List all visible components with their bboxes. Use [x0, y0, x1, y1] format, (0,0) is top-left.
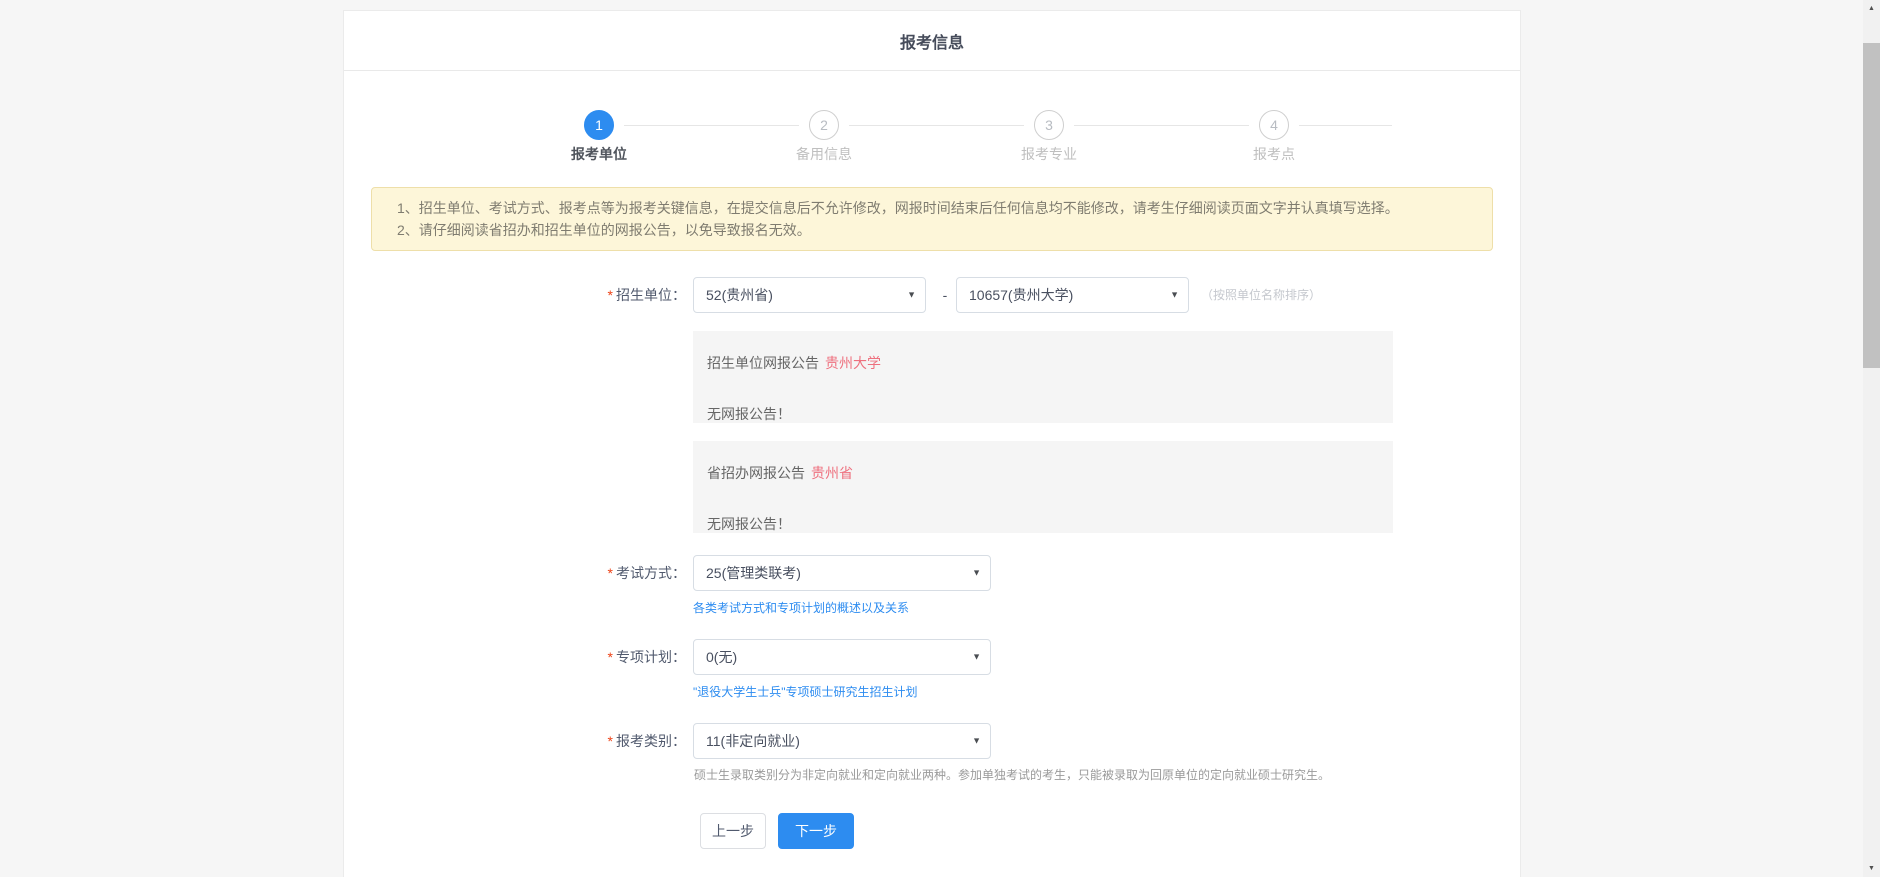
- province-notice-box: 省招办网报公告贵州省 无网报公告！: [693, 441, 1393, 533]
- province-notice-body: 无网报公告！: [707, 514, 1379, 534]
- special-plan-select-value: 0(无): [706, 647, 737, 667]
- unit-notice-title: 招生单位网报公告: [707, 355, 819, 371]
- step-circle-2: 2: [809, 110, 839, 140]
- dropdown-arrow-icon: ▼: [907, 291, 916, 300]
- school-select[interactable]: 10657(贵州大学) ▼: [956, 277, 1189, 313]
- scrollbar-up-arrow-icon[interactable]: ▲: [1863, 0, 1880, 17]
- exam-mode-select-value: 25(管理类联考): [706, 563, 801, 583]
- exam-mode-select[interactable]: 25(管理类联考) ▼: [693, 555, 991, 591]
- category-select[interactable]: 11(非定向就业) ▼: [693, 723, 991, 759]
- step-circle-4: 4: [1259, 110, 1289, 140]
- dropdown-arrow-icon: ▼: [972, 653, 981, 662]
- step-label-major: 报考专业: [979, 144, 1119, 164]
- province-notice-title-row: 省招办网报公告贵州省: [707, 463, 1379, 483]
- application-card: 报考信息 1 2 3 4 报考单位 备用信息 报考专业 报考点 1、招生单位、考…: [343, 10, 1521, 877]
- required-mark: *: [608, 733, 613, 749]
- step-circle-3: 3: [1034, 110, 1064, 140]
- step-connector-2: [849, 125, 1024, 126]
- unit-notice-body: 无网报公告！: [707, 404, 1379, 424]
- category-note: 硕士生录取类别分为非定向就业和定向就业两种。参加单独考试的考生，只能被录取为回原…: [694, 766, 1330, 783]
- select-separator: -: [934, 277, 956, 313]
- exam-mode-label-text: 考试方式：: [616, 565, 686, 581]
- warning-line-1: 1、招生单位、考试方式、报考点等为报考关键信息，在提交信息后不允许修改，网报时间…: [397, 197, 1467, 219]
- school-select-value: 10657(贵州大学): [969, 285, 1073, 305]
- unit-notice-link[interactable]: 贵州大学: [825, 355, 881, 371]
- province-select-value: 52(贵州省): [706, 285, 773, 305]
- required-mark: *: [608, 287, 613, 303]
- prev-step-button[interactable]: 上一步: [700, 813, 766, 849]
- dropdown-arrow-icon: ▼: [972, 737, 981, 746]
- unit-field-label: *招生单位：: [436, 277, 686, 313]
- step-label-backup-info: 备用信息: [754, 144, 894, 164]
- exam-mode-field-label: *考试方式：: [436, 555, 686, 591]
- category-label-text: 报考类别：: [616, 733, 686, 749]
- page-title: 报考信息: [900, 29, 964, 53]
- province-notice-link[interactable]: 贵州省: [811, 465, 853, 481]
- scrollbar-thumb[interactable]: [1863, 43, 1880, 368]
- warning-box: 1、招生单位、考试方式、报考点等为报考关键信息，在提交信息后不允许修改，网报时间…: [371, 187, 1493, 251]
- step-circle-1: 1: [584, 110, 614, 140]
- step-connector-4: [1299, 125, 1392, 126]
- special-plan-label-text: 专项计划：: [616, 649, 686, 665]
- dropdown-arrow-icon: ▼: [1170, 291, 1179, 300]
- step-label-unit: 报考单位: [529, 144, 669, 164]
- step-label-exam-site: 报考点: [1204, 144, 1344, 164]
- province-select[interactable]: 52(贵州省) ▼: [693, 277, 926, 313]
- unit-sort-hint: （按照单位名称排序）: [1201, 277, 1321, 313]
- required-mark: *: [608, 565, 613, 581]
- special-plan-help-link[interactable]: "退役大学生士兵"专项硕士研究生招生计划: [693, 683, 918, 700]
- special-plan-select[interactable]: 0(无) ▼: [693, 639, 991, 675]
- required-mark: *: [608, 649, 613, 665]
- category-select-value: 11(非定向就业): [706, 731, 800, 751]
- card-header: 报考信息: [344, 11, 1520, 71]
- province-notice-title: 省招办网报公告: [707, 465, 805, 481]
- scrollbar[interactable]: ▲ ▼: [1863, 0, 1880, 877]
- step-connector-1: [624, 125, 799, 126]
- unit-notice-box: 招生单位网报公告贵州大学 无网报公告！: [693, 331, 1393, 423]
- unit-label-text: 招生单位：: [616, 287, 686, 303]
- exam-mode-help-link[interactable]: 各类考试方式和专项计划的概述以及关系: [693, 599, 909, 616]
- category-field-label: *报考类别：: [436, 723, 686, 759]
- scrollbar-down-arrow-icon[interactable]: ▼: [1863, 860, 1880, 877]
- special-plan-field-label: *专项计划：: [436, 639, 686, 675]
- warning-line-2: 2、请仔细阅读省招办和招生单位的网报公告，以免导致报名无效。: [397, 219, 1467, 241]
- dropdown-arrow-icon: ▼: [972, 569, 981, 578]
- unit-notice-title-row: 招生单位网报公告贵州大学: [707, 353, 1379, 373]
- next-step-button[interactable]: 下一步: [778, 813, 854, 849]
- step-connector-3: [1074, 125, 1249, 126]
